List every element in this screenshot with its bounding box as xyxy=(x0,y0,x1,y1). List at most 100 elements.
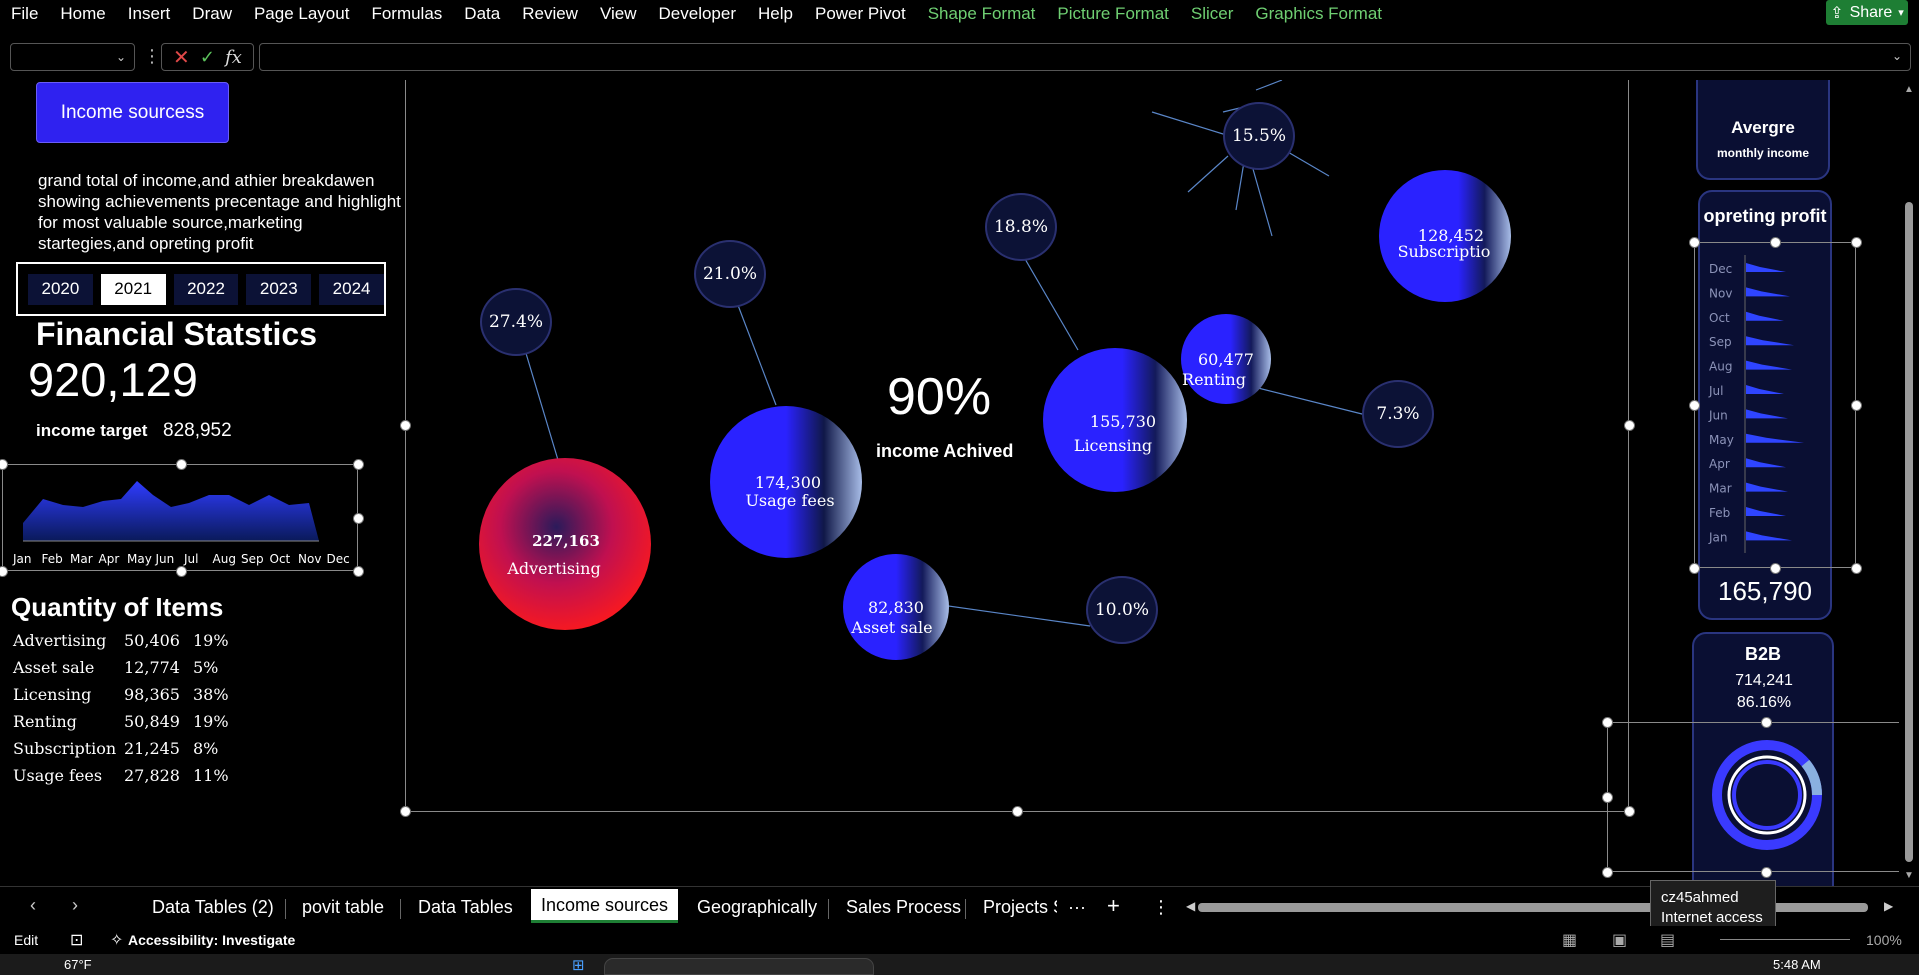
resize-handle[interactable] xyxy=(1851,563,1862,574)
slicer-year-2020[interactable]: 2020 xyxy=(28,273,93,305)
resize-handle[interactable] xyxy=(1770,237,1781,248)
resize-handle[interactable] xyxy=(353,459,364,470)
pct-usage-fees[interactable]: 21.0% xyxy=(694,240,766,308)
menu-file[interactable]: File xyxy=(0,4,49,24)
menu-data[interactable]: Data xyxy=(453,4,511,24)
pct-renting[interactable]: 7.3% xyxy=(1362,380,1434,448)
resize-handle[interactable] xyxy=(400,806,411,817)
income-sources-button[interactable]: Income sourcess xyxy=(36,82,229,143)
profit-bar-chart[interactable]: Dec Nov Oct Sep Aug Jul Jun May Apr Mar Feb Jan xyxy=(1689,237,1862,574)
menu-picture-format[interactable]: Picture Format xyxy=(1046,4,1179,24)
area-chart-svg: Jan Feb Mar Apr May Jun Jul Aug Sep Oct Nov Dec xyxy=(12,481,350,566)
zoom-slider[interactable] xyxy=(1720,939,1850,940)
accessibility-status[interactable]: Accessibility: Investigate xyxy=(128,932,295,948)
menu-graphics-format[interactable]: Graphics Format xyxy=(1244,4,1393,24)
b2b-donut-chart[interactable] xyxy=(1602,717,1899,878)
menu-help[interactable]: Help xyxy=(747,4,804,24)
page-layout-icon[interactable]: ▣ xyxy=(1612,930,1627,950)
tab-povit-table[interactable]: povit table xyxy=(302,897,384,918)
clock[interactable]: 5:48 AM xyxy=(1773,957,1821,972)
resize-handle[interactable] xyxy=(1689,563,1700,574)
tab-next-icon[interactable]: › xyxy=(72,895,78,916)
resize-handle[interactable] xyxy=(1851,237,1862,248)
average-panel[interactable]: Avergre monthly income xyxy=(1696,80,1830,180)
menu-insert[interactable]: Insert xyxy=(117,4,182,24)
resize-handle[interactable] xyxy=(176,459,187,470)
formula-input[interactable]: ⌄ xyxy=(259,43,1911,71)
scroll-up-icon[interactable]: ▲ xyxy=(1904,84,1914,95)
weather-temp[interactable]: 67°F xyxy=(64,957,92,972)
resize-handle[interactable] xyxy=(1770,563,1781,574)
resize-handle[interactable] xyxy=(1689,400,1700,411)
tab-data-tables[interactable]: Data Tables xyxy=(418,897,513,918)
tab-projects[interactable]: Projects S xyxy=(983,897,1057,918)
resize-handle[interactable] xyxy=(1012,806,1023,817)
resize-handle[interactable] xyxy=(1761,717,1772,728)
chevron-down-icon[interactable]: ⌄ xyxy=(116,50,126,64)
share-button[interactable]: ⇪ Share ▾ xyxy=(1826,0,1908,25)
resize-handle[interactable] xyxy=(1602,792,1613,803)
resize-handle[interactable] xyxy=(400,420,411,431)
menu-shape-format[interactable]: Shape Format xyxy=(917,4,1047,24)
scroll-left-icon[interactable]: ◀ xyxy=(1186,899,1195,913)
scroll-right-icon[interactable]: ▶ xyxy=(1884,899,1893,913)
cancel-icon[interactable]: ✕ xyxy=(173,45,190,70)
scroll-thumb[interactable] xyxy=(1905,202,1913,862)
pct-asset-sale[interactable]: 10.0% xyxy=(1086,576,1158,644)
menu-draw[interactable]: Draw xyxy=(181,4,243,24)
slicer-year-2024[interactable]: 2024 xyxy=(319,273,384,305)
more-tabs-icon[interactable]: ··· xyxy=(1068,897,1086,918)
taskbar-search[interactable] xyxy=(604,958,874,975)
resize-handle[interactable] xyxy=(353,513,364,524)
menu-developer[interactable]: Developer xyxy=(648,4,748,24)
chevron-down-icon[interactable]: ⌄ xyxy=(1892,49,1902,63)
resize-handle[interactable] xyxy=(1624,420,1635,431)
menu-view[interactable]: View xyxy=(589,4,648,24)
zoom-level[interactable]: 100% xyxy=(1866,932,1902,948)
name-box[interactable]: ⌄ xyxy=(10,43,135,71)
tab-data-tables-2[interactable]: Data Tables (2) xyxy=(152,897,274,918)
slicer-year-2023[interactable]: 2023 xyxy=(246,273,312,305)
vertical-scrollbar[interactable]: ▲ ▼ xyxy=(1900,80,1919,886)
pct-subscription[interactable]: 15.5% xyxy=(1223,102,1295,170)
tab-sales-process[interactable]: Sales Process xyxy=(846,897,961,918)
menu-power-pivot[interactable]: Power Pivot xyxy=(804,4,917,24)
normal-view-icon[interactable]: ▦ xyxy=(1562,930,1577,950)
scroll-down-icon[interactable]: ▼ xyxy=(1904,870,1914,881)
sheet-options-icon[interactable]: ⋮ xyxy=(1152,897,1170,918)
monthly-area-chart[interactable]: Jan Feb Mar Apr May Jun Jul Aug Sep Oct Nov Dec xyxy=(0,459,364,577)
resize-handle[interactable] xyxy=(1602,717,1613,728)
menu-page-layout[interactable]: Page Layout xyxy=(243,4,360,24)
menu-slicer[interactable]: Slicer xyxy=(1180,4,1245,24)
resize-handle[interactable] xyxy=(1851,400,1862,411)
pct-advertising[interactable]: 27.4% xyxy=(480,288,552,356)
start-icon[interactable]: ⊞ xyxy=(572,956,585,974)
menu-review[interactable]: Review xyxy=(511,4,589,24)
menu-formulas[interactable]: Formulas xyxy=(360,4,453,24)
more-options-icon[interactable]: ⋮ xyxy=(143,46,161,67)
tab-geographically[interactable]: Geographically xyxy=(697,897,817,918)
resize-handle[interactable] xyxy=(353,566,364,577)
enter-icon[interactable]: ✓ xyxy=(200,47,215,68)
menu-home[interactable]: Home xyxy=(49,4,116,24)
resize-handle[interactable] xyxy=(1761,867,1772,878)
macro-record-icon[interactable]: ⊡ xyxy=(70,930,83,950)
page-break-icon[interactable]: ▤ xyxy=(1660,930,1675,950)
resize-handle[interactable] xyxy=(0,566,8,577)
worksheet[interactable]: Income sourcess grand total of income,an… xyxy=(0,80,1900,886)
slicer-year-2022[interactable]: 2022 xyxy=(173,273,239,305)
pct-licensing[interactable]: 18.8% xyxy=(985,193,1057,261)
tab-income-sources[interactable]: Income sources xyxy=(531,889,679,923)
year-slicer[interactable]: 2020 2021 2022 2023 2024 xyxy=(16,262,386,316)
add-sheet-icon[interactable]: + xyxy=(1107,893,1120,919)
tab-prev-icon[interactable]: ‹ xyxy=(30,895,36,916)
month-label: Dec xyxy=(327,552,350,566)
bubble-chart[interactable]: 227,163 Advertising 27.4% 174,300 Usage … xyxy=(400,80,1635,817)
resize-handle[interactable] xyxy=(1689,237,1700,248)
slicer-year-2021[interactable]: 2021 xyxy=(100,273,166,305)
horizontal-scrollbar[interactable]: ◀ ▶ xyxy=(1186,899,1896,915)
accessibility-icon[interactable]: ✧ xyxy=(110,930,123,950)
resize-handle[interactable] xyxy=(1602,867,1613,878)
resize-handle[interactable] xyxy=(176,566,187,577)
insert-function-icon[interactable]: fx xyxy=(225,47,242,68)
